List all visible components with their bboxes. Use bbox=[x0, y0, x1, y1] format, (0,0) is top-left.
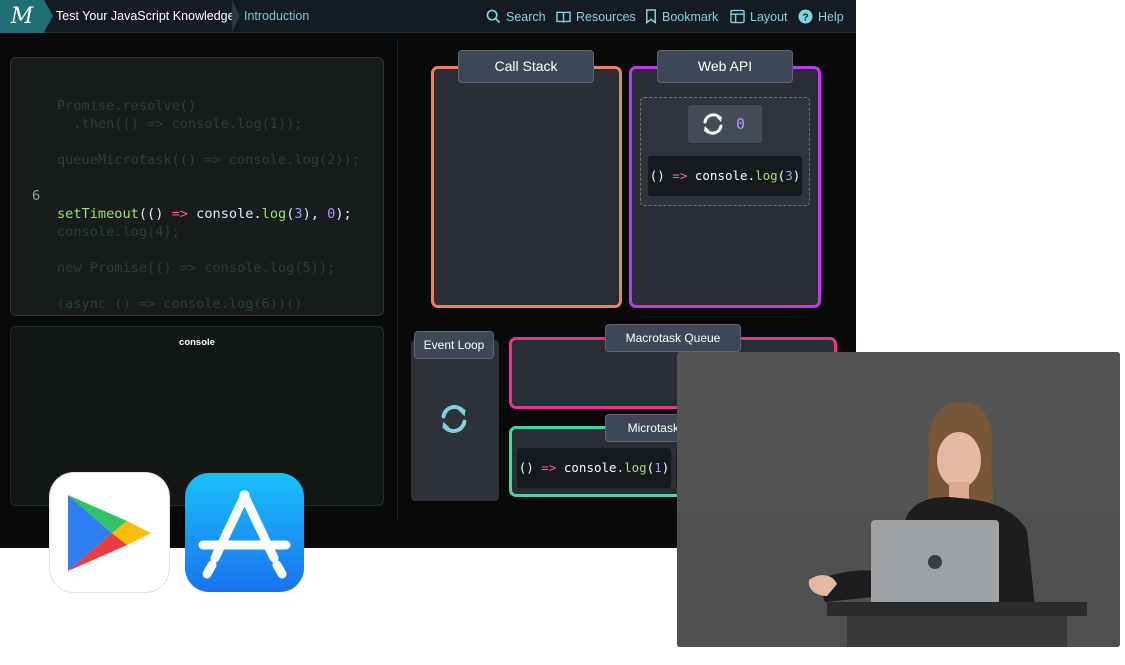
timer-counter: 0 bbox=[688, 105, 762, 143]
line-number: 6 bbox=[32, 188, 41, 204]
nav-resources-label: Resources bbox=[576, 9, 636, 24]
code-line: .then(() => console.log(1)); bbox=[11, 97, 302, 132]
code-line-text: .then(() => console.log(1)); bbox=[57, 116, 303, 132]
code-line-text: queueMicrotask(() => console.log(2)); bbox=[57, 152, 360, 168]
nav-layout-label: Layout bbox=[750, 9, 788, 24]
book-icon bbox=[556, 11, 571, 23]
code-line: console.log(4); bbox=[11, 205, 180, 240]
breadcrumb-course-title[interactable]: Test Your JavaScript Knowledge bbox=[56, 0, 235, 33]
code-line-active: 6 setTimeout(() => console.log(3), 0); bbox=[11, 169, 352, 222]
nav-help-label: Help bbox=[818, 9, 844, 24]
web-api-label: Web API bbox=[657, 50, 793, 83]
breadcrumb-lesson-title[interactable]: Introduction bbox=[244, 0, 309, 33]
call-stack-box bbox=[431, 66, 622, 308]
code-line-text-active: setTimeout(() => console.log(3), 0); bbox=[57, 206, 352, 222]
code-editor[interactable]: Promise.resolve() .then(() => console.lo… bbox=[10, 57, 384, 316]
search-icon bbox=[486, 9, 501, 24]
nav-bookmark[interactable]: Bookmark bbox=[645, 0, 718, 33]
web-api-callback: () => console.log(3) bbox=[648, 156, 802, 196]
nav-help[interactable]: ? Help bbox=[798, 0, 844, 33]
svg-text:?: ? bbox=[802, 12, 808, 23]
code-line-text: console.log(4); bbox=[57, 224, 180, 240]
call-stack-label: Call Stack bbox=[458, 50, 594, 83]
nav-layout[interactable]: Layout bbox=[730, 0, 788, 33]
layout-icon bbox=[730, 9, 745, 24]
presenter-video[interactable] bbox=[677, 352, 1120, 647]
app-store-logo-icon bbox=[198, 490, 291, 579]
code-line-text: (async () => console.log(6))() bbox=[57, 296, 303, 312]
help-icon: ? bbox=[798, 9, 813, 24]
google-play-icon[interactable] bbox=[50, 473, 169, 592]
code-line: (async () => console.log(6))() bbox=[11, 277, 303, 312]
frontend-masters-logo[interactable]: M bbox=[0, 0, 53, 33]
microtask-item: () => console.log(1) bbox=[517, 448, 671, 488]
breadcrumb-separator bbox=[232, 0, 240, 32]
google-play-logo-icon bbox=[68, 495, 151, 571]
bookmark-icon bbox=[646, 9, 656, 24]
nav-bookmark-label: Bookmark bbox=[662, 9, 719, 24]
console-title: console bbox=[179, 337, 215, 348]
code-line: new Promise(() => console.log(5)); bbox=[11, 241, 335, 276]
code-line: Promise.resolve() bbox=[11, 79, 196, 114]
nav-resources[interactable]: Resources bbox=[556, 0, 636, 33]
macrotask-queue-label: Macrotask Queue bbox=[605, 324, 741, 352]
nav-search-label: Search bbox=[506, 9, 546, 24]
app-store-icon[interactable] bbox=[185, 473, 304, 592]
timer-value: 0 bbox=[736, 115, 746, 133]
presenter-image bbox=[677, 352, 1120, 647]
top-navigation-bar: M Test Your JavaScript Knowledge Introdu… bbox=[0, 0, 856, 33]
event-loop-icon bbox=[441, 405, 467, 433]
event-loop-label: Event Loop bbox=[414, 331, 494, 359]
panel-divider[interactable] bbox=[397, 40, 398, 520]
code-line-text: Promise.resolve() bbox=[57, 98, 197, 114]
code-line: queueMicrotask(() => console.log(2)); bbox=[11, 133, 360, 168]
code-line-text: new Promise(() => console.log(5)); bbox=[57, 260, 336, 276]
refresh-icon bbox=[703, 113, 723, 135]
nav-search[interactable]: Search bbox=[486, 0, 546, 33]
